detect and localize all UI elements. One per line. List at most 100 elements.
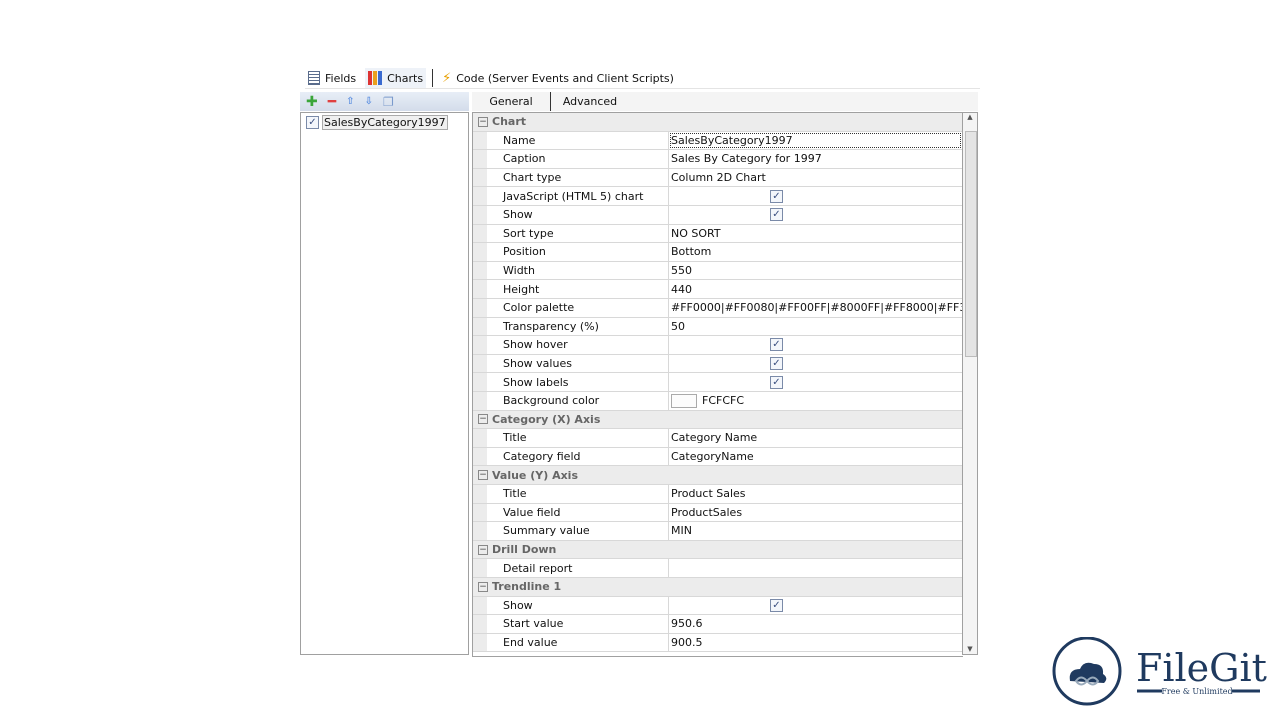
property-label: Show [487, 206, 669, 224]
collapse-icon[interactable]: − [478, 544, 488, 555]
top-tabs: Fields Charts ⚡ Code (Server Events and … [305, 68, 980, 89]
list-item[interactable]: ✓ SalesByCategory1997 [306, 115, 448, 130]
row-indent [473, 206, 487, 224]
value-text: ProductSales [671, 505, 743, 519]
chart-list-panel: ✚ ━ ⇧ ⇩ ❐ ✓ SalesByCategory1997 [300, 92, 469, 655]
checkbox[interactable]: ✓ [770, 208, 783, 222]
category-label: Value (Y) Axis [492, 468, 579, 482]
property-row: Title Category Name [473, 429, 962, 448]
row-indent [473, 224, 487, 243]
scroll-down-icon[interactable]: ▼ [963, 645, 977, 653]
logo-tagline: Free & Unlimited [1161, 687, 1232, 696]
property-value[interactable]: #FF0000|#FF0080|#FF00FF|#8000FF|#FF8000|… [669, 299, 962, 317]
property-value[interactable]: 900.5 [669, 634, 962, 652]
category-header[interactable]: − Drill Down [473, 540, 962, 560]
property-value[interactable]: Bottom [669, 243, 962, 261]
scrollbar[interactable]: ▲ ▼ [962, 112, 978, 655]
property-value[interactable] [669, 559, 962, 577]
copy-icon[interactable]: ❐ [383, 95, 394, 109]
category-header[interactable]: − Category (X) Axis [473, 410, 962, 430]
value-text: NO SORT [671, 226, 721, 240]
property-value[interactable]: ✓ [669, 597, 962, 615]
add-icon[interactable]: ✚ [306, 95, 318, 109]
property-label: Show [487, 596, 669, 615]
property-value[interactable]: 550 [669, 262, 962, 280]
property-label: Start value [487, 615, 669, 633]
property-row: Category field CategoryName [473, 447, 962, 467]
checkbox[interactable]: ✓ [770, 598, 783, 612]
property-row: Show labels ✓ [473, 373, 962, 392]
property-label: Width [487, 261, 669, 280]
category-header[interactable]: − Chart [473, 113, 962, 132]
row-indent [473, 615, 487, 633]
checkbox[interactable]: ✓ [770, 357, 783, 371]
color-swatch[interactable] [671, 393, 697, 408]
property-value[interactable]: ✓ [669, 373, 962, 391]
checkbox[interactable]: ✓ [770, 189, 783, 203]
property-row: Chart type Column 2D Chart [473, 168, 962, 188]
property-label: Chart type [487, 168, 669, 187]
property-value[interactable]: ProductSales [669, 504, 962, 522]
property-value[interactable]: 950.6 [669, 615, 962, 633]
property-label: Transparency (%) [487, 317, 669, 336]
checkbox[interactable]: ✓ [306, 116, 319, 129]
property-value[interactable]: CategoryName [669, 448, 962, 466]
value-text: 950.6 [671, 617, 703, 631]
value-text: 50 [671, 319, 685, 333]
move-up-icon[interactable]: ⇧ [346, 95, 354, 109]
property-value[interactable]: ✓ [669, 336, 962, 354]
property-row: Sort type NO SORT [473, 224, 962, 244]
property-grid: − Chart Name SalesByCategory1997 Caption Sale… [472, 112, 963, 657]
collapse-icon[interactable]: − [478, 116, 488, 127]
property-row: Summary value MIN [473, 522, 962, 541]
tab-label: Code (Server Events and Client Scripts) [456, 71, 674, 85]
tab-general[interactable]: General [472, 92, 551, 111]
property-row: Height 440 [473, 280, 962, 299]
category-header[interactable]: − Value (Y) Axis [473, 466, 962, 485]
row-indent [473, 596, 487, 615]
property-value[interactable]: ✓ [669, 206, 962, 224]
property-value[interactable]: NO SORT [669, 225, 962, 243]
checkbox[interactable]: ✓ [770, 338, 783, 352]
property-value[interactable]: Column 2D Chart [669, 169, 962, 187]
remove-icon[interactable]: ━ [328, 95, 336, 109]
tab-fields[interactable]: Fields [305, 68, 359, 88]
property-value[interactable]: SalesByCategory1997 [669, 132, 962, 150]
property-row: End value 900.5 [473, 633, 962, 653]
property-row: Color palette #FF0000|#FF0080|#FF00FF|#80… [473, 299, 962, 318]
property-value[interactable]: ✓ [669, 355, 962, 373]
scroll-thumb[interactable] [965, 131, 977, 357]
property-value[interactable]: ✓ [669, 187, 962, 205]
property-label: Show values [487, 354, 669, 373]
property-value[interactable]: Category Name [669, 429, 962, 447]
value-text: Bottom [671, 245, 712, 259]
move-down-icon[interactable]: ⇩ [365, 95, 373, 109]
property-label: End value [487, 633, 669, 652]
collapse-icon[interactable]: − [478, 470, 488, 481]
property-value[interactable]: 440 [669, 280, 962, 298]
row-indent [473, 299, 487, 317]
scroll-up-icon[interactable]: ▲ [963, 113, 977, 121]
tab-advanced[interactable]: Advanced [551, 92, 629, 111]
property-value[interactable]: MIN [669, 522, 962, 540]
tab-code[interactable]: ⚡ Code (Server Events and Client Scripts… [439, 68, 677, 88]
value-text: 440 [671, 282, 692, 296]
category-header[interactable]: − Trendline 1 [473, 578, 962, 597]
checkbox[interactable]: ✓ [770, 375, 783, 389]
row-indent [473, 392, 487, 410]
tab-charts[interactable]: Charts [365, 68, 427, 88]
row-indent [473, 150, 487, 168]
property-value[interactable]: Sales By Category for 1997 [669, 150, 962, 168]
property-label: Color palette [487, 299, 669, 317]
value-text: FCFCFC [702, 394, 745, 408]
property-row: Title Product Sales [473, 485, 962, 504]
property-value[interactable]: 50 [669, 318, 962, 336]
collapse-icon[interactable]: − [478, 414, 488, 425]
property-row: Position Bottom [473, 243, 962, 262]
property-value[interactable]: Product Sales [669, 485, 962, 503]
property-row: Start value 950.6 [473, 615, 962, 634]
list-toolbar: ✚ ━ ⇧ ⇩ ❐ [300, 92, 469, 111]
collapse-icon[interactable]: − [478, 581, 488, 592]
property-value[interactable]: FCFCFC [669, 392, 962, 410]
property-label: Detail report [487, 559, 669, 577]
